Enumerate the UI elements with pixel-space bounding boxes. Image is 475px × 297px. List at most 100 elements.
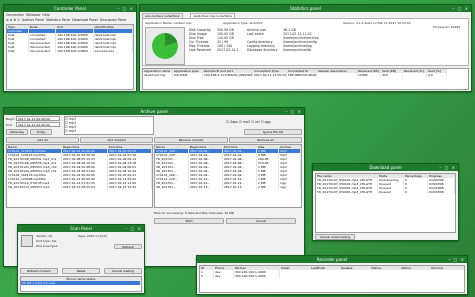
cell: 192.168.0.11:5454/50 (DNSTRIM_3000/00) [204,73,253,77]
window-controls-icon[interactable]: – ▢ × [439,164,456,171]
cell: 300.100.100.1-4000 [234,274,280,278]
app-type-label: Application Type: archCtrlr [223,21,263,25]
process-label: Process ID: 29999 [433,25,461,29]
table-row[interactable]: VR_20170113_085553.mp3 2017-01-13 08:55:5… [7,185,152,189]
col-header[interactable]: Ukonmo [430,266,464,270]
col-header[interactable]: Vázme [400,266,430,270]
recorder-panel-window: Recorder panel – ▢ × ID Phone Partner Cal… [196,255,468,295]
cell: host [7,49,29,53]
statistics-panel-button[interactable]: Statistics Panel [46,18,70,22]
app-name-value: centaur.mpi [173,21,192,25]
table-row[interactable]: dev9.host.mpi fetch/RLT 192.168.0.11:545… [143,73,468,77]
option-label: Gaps [229,120,238,124]
scan-title-bar[interactable]: Scan Panel – ▢ × [18,225,144,232]
toolbar-icons[interactable]: ⊕ ⊗ ⚙ ✎ [6,18,20,22]
cell: 310 [381,73,403,77]
table-row[interactable]: VR_201701... 2017-01-13... 2017-01-13... 2 … [155,185,301,189]
recorder-title: Recorder panel [316,257,348,262]
window-controls-icon[interactable]: – ▢ × [285,108,302,115]
archive-status: Files for processing: 8 Selected files t… [154,211,234,215]
option-gaps[interactable]: ☑ Gaps [226,120,238,124]
list-item[interactable]: ☑ mp3 [65,129,153,133]
menu-windows[interactable]: Windows [26,13,40,17]
download-panel-button[interactable]: Download Panel [72,18,97,22]
start-button[interactable]: Start [154,218,224,224]
download-title-bar[interactable]: Download panel – ▢ × [313,164,458,171]
today-button[interactable]: Today [30,129,52,135]
cell: 12989 [357,73,381,77]
controller-panel-window: Controller Panel – ▢ × Connection Windows… [3,4,137,92]
authors-panel-button[interactable]: Authors Panel [22,18,44,22]
cell [317,73,357,77]
window-controls-icon[interactable]: – ▢ × [452,5,469,12]
info-value: 2017-02-14 1 [217,48,239,52]
statistics-panel-window: Statistics panel – ▢ × eqn.centaur.node/h… [139,4,472,92]
col-header[interactable]: Vázme [370,266,400,270]
scan-panel-window: Scan Panel – ▢ × Vendor: hp Type: 2401.0 … [17,224,145,294]
cell: 2017-01-13... [223,185,257,189]
window-controls-icon[interactable]: – ▢ × [448,256,465,263]
cell: FRP SERVICE-SEARCH-1 [288,73,317,77]
menu-connection[interactable]: Connection [6,13,24,17]
yesterday-button[interactable]: Yesterday [6,129,28,135]
ignore-file-list-button[interactable]: Ignore file list [244,129,302,135]
cell: 0.0 [427,73,447,77]
menu-help[interactable]: Help [42,13,49,17]
cancel-downloading-button[interactable]: Cancel downloading [315,234,355,240]
option-mp3[interactable]: ☑ mp3 [239,120,250,124]
begin-input[interactable]: 2017-01-12 00:00:00 [16,116,60,121]
recorder-table: ID Phone Partner Caller Lastfinish Kanal… [199,265,465,293]
channel-list: ☑ mp3 ☑ mp3 ☑ mp3 ☑ mp3 [64,116,154,135]
add-all-button[interactable]: Add all [6,137,79,143]
cancel-loading-button[interactable]: Cancel loading [104,268,142,274]
download-panel-window: Download panel – ▢ × File name Mode Perce… [312,163,459,241]
cell: disconnected [29,49,57,53]
dial-tone-label: Dial tone type: [36,244,59,248]
controller-title-bar[interactable]: Controller Panel – ▢ × [4,5,136,12]
recorder-title-bar[interactable]: Recorder panel – ▢ × [197,256,467,263]
refresh-modem-button[interactable]: Refresh modem [20,268,58,274]
end-input[interactable]: 2017-01-21 00:00:00 [16,122,60,127]
col-header[interactable]: Kanalss [340,266,370,270]
add-marked-button[interactable]: Add marked [80,137,153,143]
cell: 192.168.100.1/2809 [56,49,94,53]
remove-marked-button[interactable]: Remove marked [154,137,228,143]
cancel-button[interactable]: Cancel [226,218,296,224]
option-avi[interactable]: ☑ avi [251,120,260,124]
table-row[interactable]: TR_20170107_050001.mp3_CHLGTH Queued 0 0/43… [316,190,455,194]
cell: 0 [404,190,428,194]
col-header[interactable]: Lastfinish [310,266,340,270]
info-key: Database directory [247,48,278,52]
app-name-key: Application Name: [145,21,173,25]
window-controls-icon[interactable]: – ▢ × [125,225,142,232]
refresh-button[interactable]: Refresh [114,244,142,249]
table-row[interactable]: host disconnected 192.168.100.1/2809 xxxxxx… [7,49,133,53]
window-controls-icon[interactable]: – ▢ × [117,5,134,12]
cell: dev [214,274,234,278]
reset-button[interactable]: Reset [62,268,100,274]
statistics-info-area: Application Name: centaur.mpi Applicatio… [142,18,469,66]
cell: 0/4347KB [428,190,455,194]
table-row[interactable]: VF-MX 1 hold 2:0 calls [21,281,141,285]
option-label: mp3 [242,120,251,124]
cell: ogg [279,185,301,189]
remove-all-button[interactable]: Remove all [229,137,302,143]
option-label: ogg [264,120,271,124]
info-value: /home/archive/db [283,48,312,52]
type-label: Type: 2401.0 (0)(9) [78,234,107,238]
col-header[interactable]: Caller [280,266,310,270]
cell: 2017-01-13... [189,185,223,189]
cell: 2017-02-11 11:55:34 [254,73,287,77]
table-row[interactable]: 2 dev 300.100.100.1-4000 [200,274,464,278]
channel-label: mp3 [68,129,77,133]
cell: VF-MX 1 hold 2:0 calls [21,281,141,285]
discussion-panel-button[interactable]: Discussion Panel [100,18,127,22]
scan-title: Scan Panel [70,226,92,231]
cell: fetch/RLT [173,73,203,77]
controller-title: Controller Panel [54,6,86,11]
option-ogg[interactable]: ☑ ogg [261,120,271,124]
cell: dev9.host.mpi [143,73,173,77]
cell [403,73,427,77]
statistics-title-bar[interactable]: Statistics panel – ▢ × [140,5,471,12]
archive-title-bar[interactable]: Archive panel – ▢ × [4,108,304,115]
